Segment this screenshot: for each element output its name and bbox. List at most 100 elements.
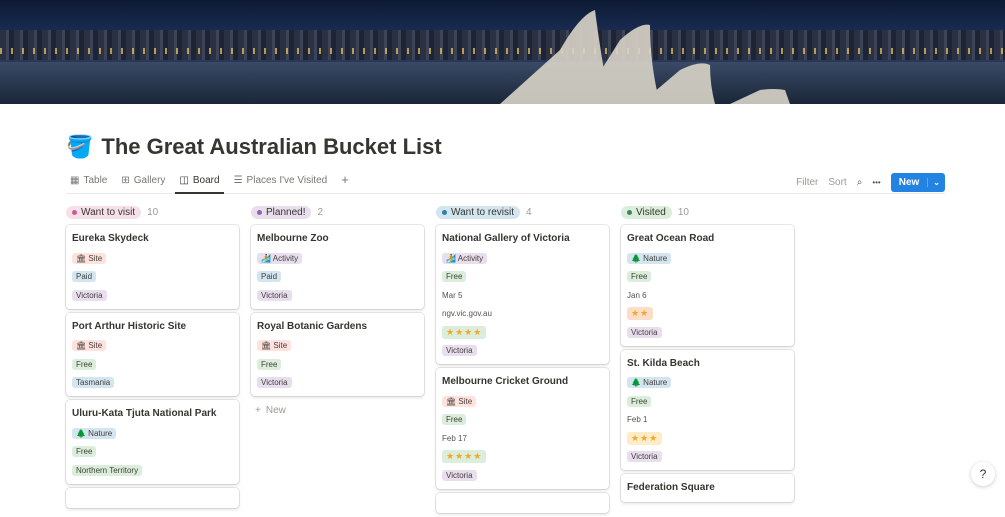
column-title: Planned!	[266, 206, 306, 218]
filter-button[interactable]: Filter	[796, 177, 818, 188]
property-tag: 🌲 Nature	[627, 252, 672, 264]
bucket-icon: 🪣	[66, 134, 94, 159]
column-header: Want to visit 10	[66, 205, 239, 219]
board-card[interactable]: Port Arthur Historic Site 🏛 Site Free Tasma…	[66, 312, 239, 396]
card-title: Eureka Skydeck	[72, 233, 149, 244]
property-tag: Tasmania	[72, 377, 115, 389]
property-text: Feb 1	[627, 415, 648, 425]
tab-table[interactable]: ▦ Table	[66, 172, 111, 192]
property-tag: Free	[442, 414, 467, 426]
property-tag: Victoria	[257, 377, 292, 389]
status-dot-icon	[72, 209, 77, 215]
column-count: 10	[677, 206, 689, 218]
board-card[interactable]: Melbourne Zoo 🏄 Activity Paid Victoria	[251, 225, 424, 309]
card-title: Great Ocean Road	[627, 233, 715, 244]
new-button[interactable]: New ⌄	[890, 173, 945, 192]
board-card[interactable]: St. Kilda Beach 🌲 Nature Free Feb 1 ★★★ Victo…	[621, 349, 794, 470]
status-dot-icon	[257, 209, 262, 215]
property-text: Jan 6	[627, 290, 647, 300]
property-tag: 🏛 Site	[442, 395, 477, 407]
card-title: Royal Botanic Gardens	[257, 320, 368, 332]
add-card-label: New	[265, 405, 286, 416]
tab-label: Places I've Visited	[246, 175, 328, 186]
gallery-icon: ⊞	[121, 175, 130, 186]
property-text: ngv.vic.gov.au	[442, 309, 492, 319]
tab-gallery[interactable]: ⊞ Gallery	[117, 172, 169, 192]
card-title: Melbourne Zoo	[257, 233, 329, 244]
board-card[interactable]: Royal Botanic Gardens 🏛 Site Free Victoria	[251, 312, 424, 396]
board-card[interactable]: National Gallery of Victoria 🏄 Activity Fr…	[436, 225, 609, 364]
sort-button[interactable]: Sort	[828, 177, 846, 188]
search-icon[interactable]: ⌕	[857, 177, 863, 188]
property-tag: 🏛 Site	[257, 340, 292, 352]
property-tag: 🏛 Site	[72, 252, 107, 264]
status-dot-icon	[442, 209, 447, 215]
column-count: 10	[147, 206, 159, 218]
status-badge[interactable]: Planned!	[251, 205, 312, 219]
new-button-label[interactable]: New	[891, 177, 928, 188]
property-tag: Victoria	[257, 289, 292, 301]
property-tag: Free	[72, 358, 97, 370]
property-tag: Paid	[257, 271, 282, 283]
card-title: Melbourne Cricket Ground	[442, 376, 569, 387]
status-badge[interactable]: Want to visit	[66, 205, 142, 219]
property-tag: Victoria	[72, 289, 107, 301]
column-title: Want to revisit	[451, 206, 514, 218]
tab-board[interactable]: ◫ Board	[175, 172, 224, 194]
board-icon: ◫	[179, 175, 189, 186]
card-title: St. Kilda Beach	[627, 357, 700, 369]
page-title: The Great Australian Bucket List	[101, 134, 442, 159]
column-header: Want to revisit 4	[436, 205, 609, 219]
property-tag: Free	[627, 395, 652, 407]
board-column: Want to revisit 4 National Gallery of Vict…	[436, 205, 609, 517]
property-tag: 🏛 Site	[72, 340, 107, 352]
toolbar: Filter Sort ⌕ ••• New ⌄	[796, 173, 945, 192]
add-card-button[interactable]: + New	[251, 400, 424, 421]
cover-image	[0, 0, 1005, 104]
board-card[interactable]	[436, 492, 609, 513]
plus-icon: +	[255, 405, 261, 416]
property-tag: 🏄 Activity	[442, 252, 488, 264]
rating-tag: ★★★★	[442, 450, 487, 464]
add-view-button[interactable]: +	[337, 172, 353, 193]
board-card[interactable]: Federation Square	[621, 474, 794, 502]
tab-places-i-ve-visited[interactable]: ☰ Places I've Visited	[230, 172, 332, 192]
rating-tag: ★★	[627, 307, 654, 321]
board-card[interactable]: Uluru-Kata Tjuta National Park 🌲 Nature Fr…	[66, 400, 239, 484]
status-badge[interactable]: Want to revisit	[436, 205, 520, 219]
property-tag: Northern Territory	[72, 464, 143, 476]
status-badge[interactable]: Visited	[621, 205, 672, 219]
help-button[interactable]: ?	[971, 462, 995, 486]
property-tag: Victoria	[627, 451, 662, 463]
list-icon: ☰	[233, 175, 243, 186]
board-card[interactable]: Great Ocean Road 🌲 Nature Free Jan 6 ★★ Victo…	[621, 225, 794, 346]
chevron-down-icon[interactable]: ⌄	[927, 178, 945, 187]
board-card[interactable]: Eureka Skydeck 🏛 Site Paid Victoria	[66, 225, 239, 309]
column-count: 4	[525, 206, 532, 218]
more-icon[interactable]: •••	[872, 178, 880, 187]
rating-tag: ★★★	[627, 431, 663, 445]
property-tag: 🏄 Activity	[257, 252, 303, 264]
column-count: 2	[317, 206, 324, 218]
property-tag: Free	[627, 271, 652, 283]
property-tag: Victoria	[627, 326, 662, 338]
property-tag: Paid	[72, 271, 97, 283]
board-column: Visited 10 Great Ocean Road 🌲 Nature Free Jan…	[621, 205, 794, 506]
board-card[interactable]: Melbourne Cricket Ground 🏛 Site Free Feb 17…	[436, 368, 609, 489]
property-text: Feb 17	[442, 433, 467, 443]
column-title: Want to visit	[81, 206, 136, 218]
tab-label: Table	[83, 175, 108, 186]
board-card[interactable]	[66, 487, 239, 508]
board-column: Want to visit 10 Eureka Skydeck 🏛 Site Paid V…	[66, 205, 239, 512]
property-tag: Free	[257, 358, 282, 370]
rating-tag: ★★★★	[442, 325, 487, 339]
card-title: Port Arthur Historic Site	[72, 320, 187, 332]
property-tag: Free	[72, 446, 97, 458]
card-title: Uluru-Kata Tjuta National Park	[72, 408, 217, 419]
tab-label: Board	[192, 175, 220, 186]
card-title: Federation Square	[627, 482, 715, 493]
status-dot-icon	[627, 209, 632, 215]
board-column: Planned! 2 Melbourne Zoo 🏄 Activity Paid Vict…	[251, 205, 424, 421]
card-title: National Gallery of Victoria	[442, 233, 570, 244]
property-tag: 🌲 Nature	[72, 427, 117, 439]
